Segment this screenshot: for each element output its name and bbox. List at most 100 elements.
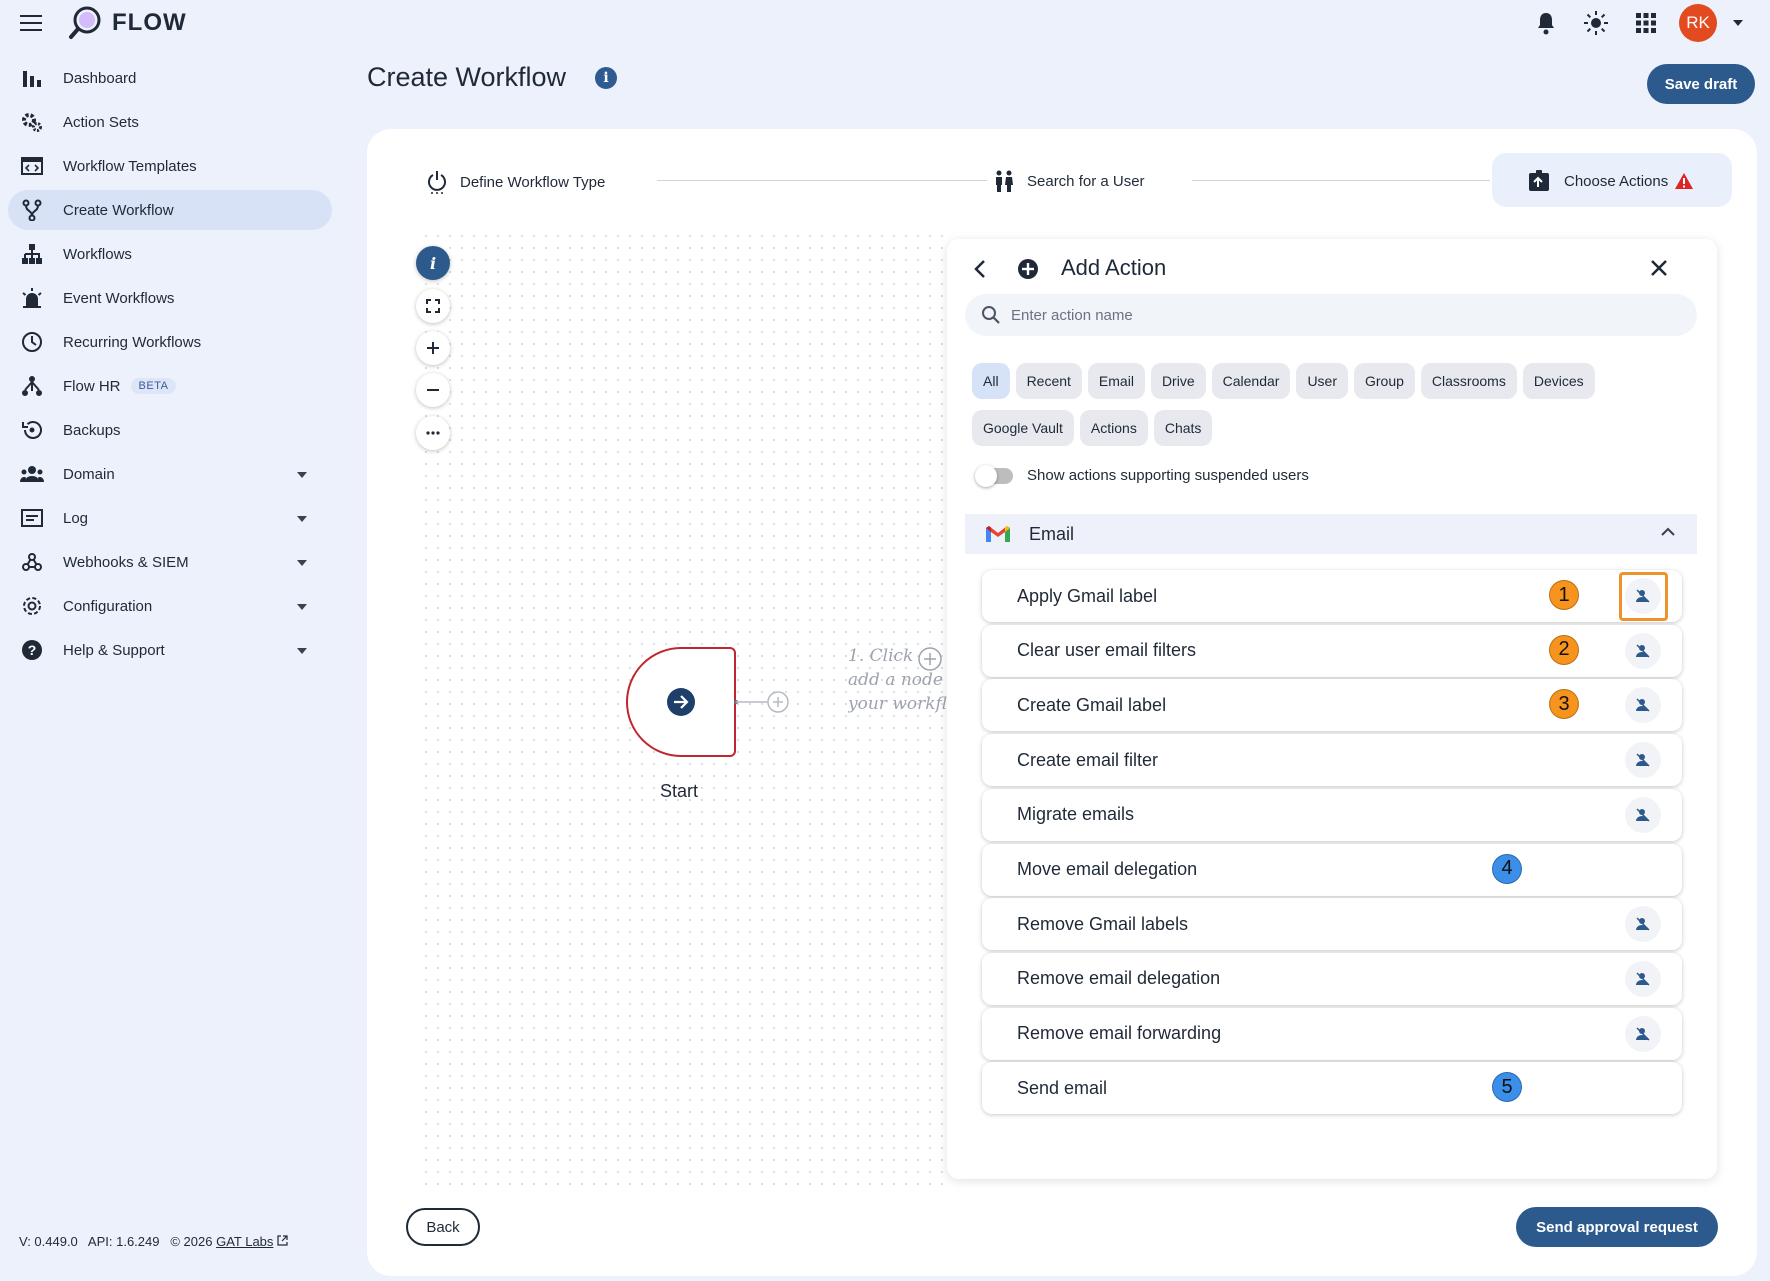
- chip-all[interactable]: All: [972, 363, 1010, 399]
- step-number-badge: 3: [1549, 689, 1579, 720]
- sidebar-item-configuration[interactable]: Configuration: [8, 586, 332, 626]
- canvas-info-icon[interactable]: i: [416, 246, 450, 280]
- action-item[interactable]: Create Gmail label 3: [982, 679, 1682, 732]
- backup-icon: [20, 418, 44, 442]
- chip-actions[interactable]: Actions: [1079, 410, 1148, 446]
- action-item[interactable]: Migrate emails: [982, 788, 1682, 841]
- action-item[interactable]: Remove Gmail labels: [982, 898, 1682, 951]
- chip-chats[interactable]: Chats: [1153, 410, 1213, 446]
- step-divider: [1192, 180, 1490, 181]
- chip-google-vault[interactable]: Google Vault: [972, 410, 1074, 446]
- step-search-user[interactable]: Search for a User: [993, 170, 1145, 192]
- step-label: Define Workflow Type: [460, 173, 606, 191]
- chevron-down-icon[interactable]: [1733, 20, 1743, 26]
- sidebar-item-action-sets[interactable]: Action Sets: [8, 102, 332, 142]
- chevron-up-icon[interactable]: [1661, 527, 1675, 537]
- sidebar-item-label: Domain: [63, 465, 115, 483]
- company-link[interactable]: GAT Labs: [216, 1234, 273, 1249]
- sidebar-item-label: Create Workflow: [63, 201, 174, 219]
- action-search: [965, 294, 1697, 336]
- zoom-out-icon[interactable]: [416, 373, 450, 407]
- warning-icon: [1675, 173, 1694, 189]
- sidebar-item-label: Action Sets: [63, 113, 139, 131]
- chevron-down-icon: [297, 560, 307, 566]
- sidebar-item-domain[interactable]: Domain: [8, 454, 332, 494]
- search-input[interactable]: [1011, 306, 1611, 324]
- action-item[interactable]: Send email 5: [982, 1062, 1682, 1115]
- action-item[interactable]: Clear user email filters 2: [982, 624, 1682, 677]
- suspended-user-icon[interactable]: [1625, 960, 1661, 997]
- chip-recent[interactable]: Recent: [1015, 363, 1082, 399]
- action-item[interactable]: Create email filter: [982, 734, 1682, 787]
- chip-user[interactable]: User: [1296, 363, 1348, 399]
- chevron-down-icon: [297, 472, 307, 478]
- sidebar-item-workflows[interactable]: Workflows: [8, 234, 332, 274]
- more-options-icon[interactable]: [416, 416, 450, 450]
- checklist-icon: [1529, 170, 1549, 191]
- sidebar: Dashboard Action Sets Workflow Templates…: [0, 58, 340, 674]
- theme-toggle-icon[interactable]: [1583, 10, 1609, 36]
- logo-icon: [69, 6, 101, 39]
- chip-calendar[interactable]: Calendar: [1211, 363, 1291, 399]
- users-icon: [996, 170, 1013, 192]
- bar-chart-icon: [20, 66, 44, 90]
- step-choose-actions[interactable]: Choose Actions: [1528, 170, 1694, 192]
- gear-icon: [20, 594, 44, 618]
- apps-grid-icon[interactable]: [1633, 10, 1659, 36]
- notifications-icon[interactable]: [1533, 10, 1559, 36]
- svg-text:?: ?: [28, 642, 37, 658]
- fork-icon: [20, 198, 44, 222]
- help-icon: ?: [20, 638, 44, 662]
- sidebar-item-workflow-templates[interactable]: Workflow Templates: [8, 146, 332, 186]
- sidebar-item-dashboard[interactable]: Dashboard: [8, 58, 332, 98]
- back-button[interactable]: Back: [406, 1208, 480, 1246]
- fit-view-icon[interactable]: [416, 289, 450, 323]
- suspended-user-icon[interactable]: [1625, 1015, 1661, 1052]
- action-item[interactable]: Remove email forwarding: [982, 1007, 1682, 1060]
- save-draft-button[interactable]: Save draft: [1647, 64, 1755, 104]
- suspended-user-icon[interactable]: [1625, 796, 1661, 833]
- beta-badge: BETA: [130, 378, 177, 394]
- avatar[interactable]: RK: [1679, 4, 1717, 42]
- sidebar-item-event-workflows[interactable]: Event Workflows: [8, 278, 332, 318]
- suspended-user-icon[interactable]: [1625, 906, 1661, 943]
- sidebar-item-label: Recurring Workflows: [63, 333, 202, 351]
- sidebar-item-log[interactable]: Log: [8, 498, 332, 538]
- action-label: Remove Gmail labels: [1017, 913, 1189, 934]
- sidebar-item-label: Workflow Templates: [63, 157, 197, 175]
- add-node-connector[interactable]: [734, 690, 794, 714]
- step-define-workflow-type[interactable]: Define Workflow Type: [426, 170, 605, 194]
- action-item[interactable]: Apply Gmail label 1: [982, 570, 1682, 622]
- chip-drive[interactable]: Drive: [1150, 363, 1206, 399]
- send-approval-button[interactable]: Send approval request: [1516, 1207, 1718, 1247]
- version-text: V: 0.449.0: [19, 1234, 78, 1249]
- sidebar-item-create-workflow[interactable]: Create Workflow: [8, 190, 332, 230]
- chip-email[interactable]: Email: [1087, 363, 1145, 399]
- chip-classrooms[interactable]: Classrooms: [1420, 363, 1517, 399]
- back-arrow-icon[interactable]: [973, 259, 987, 279]
- suspended-user-icon[interactable]: [1625, 742, 1661, 779]
- suspended-user-icon[interactable]: [1625, 632, 1661, 669]
- sidebar-item-backups[interactable]: Backups: [8, 410, 332, 450]
- action-item[interactable]: Move email delegation 4: [982, 843, 1682, 896]
- zoom-in-icon[interactable]: [416, 331, 450, 365]
- info-icon[interactable]: i: [595, 67, 617, 89]
- sidebar-item-label: Workflows: [63, 245, 132, 263]
- step-number-badge: 5: [1492, 1072, 1522, 1103]
- sidebar-item-label: Configuration: [63, 597, 153, 615]
- step-number-badge: 4: [1492, 853, 1522, 884]
- sidebar-item-flow-hr[interactable]: Flow HR BETA: [8, 366, 332, 406]
- menu-icon[interactable]: [20, 15, 42, 31]
- action-item[interactable]: Remove email delegation: [982, 952, 1682, 1005]
- email-section-header[interactable]: Email: [965, 514, 1697, 554]
- chip-group[interactable]: Group: [1354, 363, 1415, 399]
- sidebar-item-webhooks-siem[interactable]: Webhooks & SIEM: [8, 542, 332, 582]
- group-icon: [20, 462, 44, 486]
- chip-devices[interactable]: Devices: [1522, 363, 1595, 399]
- suspended-user-icon[interactable]: [1625, 687, 1661, 724]
- suspended-users-toggle[interactable]: [975, 464, 1013, 487]
- sidebar-item-recurring-workflows[interactable]: Recurring Workflows: [8, 322, 332, 362]
- close-icon[interactable]: [1649, 258, 1669, 278]
- log-icon: [20, 506, 44, 530]
- sidebar-item-help-support[interactable]: ? Help & Support: [8, 630, 332, 670]
